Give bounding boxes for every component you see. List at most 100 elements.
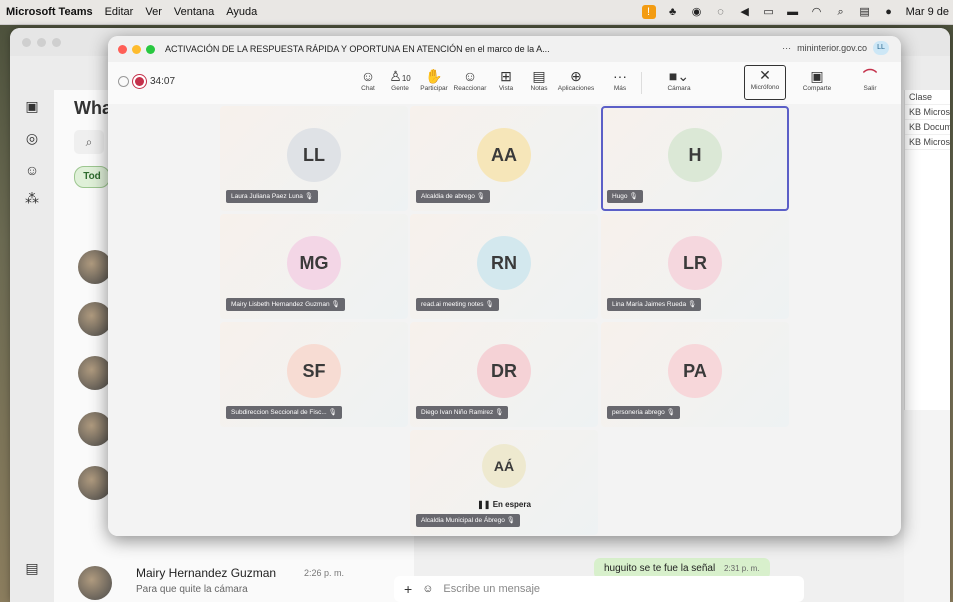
siri-icon[interactable]: ● xyxy=(882,5,896,19)
participant-tile[interactable]: LL Laura Juliana Paez Luna 🎙 xyxy=(220,106,408,211)
chat-avatar[interactable] xyxy=(78,466,112,500)
chat-search-button[interactable]: ⌕ xyxy=(74,130,104,154)
file-row[interactable]: KB Micros xyxy=(905,105,950,120)
mic-button[interactable]: ✕ Micrófono xyxy=(744,65,786,100)
raise-hand-button[interactable]: ✋ Participar xyxy=(414,67,454,92)
compose-box[interactable]: + ☺ Escribe un mensaje xyxy=(394,576,804,602)
participant-avatar: AA xyxy=(477,128,531,182)
participant-name: Mairy Lisbeth Hernandez Guzman 🎙 xyxy=(226,298,345,311)
record-icon[interactable]: ◉ xyxy=(690,5,704,19)
sync-icon[interactable]: ◌ xyxy=(714,5,728,19)
files-header[interactable]: Clase xyxy=(905,90,950,105)
chat-avatar[interactable] xyxy=(78,356,112,390)
menu-editar[interactable]: Editar xyxy=(105,6,134,18)
participant-name: Subdireccion Seccional de Fisc... 🎙 xyxy=(226,406,342,419)
participant-tile[interactable]: MG Mairy Lisbeth Hernandez Guzman 🎙 xyxy=(220,214,408,319)
chat-avatar[interactable] xyxy=(78,250,112,284)
chat-icon[interactable]: ◎ xyxy=(23,130,41,148)
chat-time: 2:26 p. m. xyxy=(304,568,345,578)
leave-label: Salir xyxy=(863,85,877,92)
notes-button[interactable]: ▤ Notas xyxy=(519,67,559,92)
participant-avatar: MG xyxy=(287,236,341,290)
app-menu[interactable]: Microsoft Teams xyxy=(6,6,93,18)
participant-name: Hugo 🎙 xyxy=(607,190,643,203)
share-button[interactable]: ▣ Comparte xyxy=(797,67,837,92)
volume-icon[interactable]: ◀ xyxy=(738,5,752,19)
participant-name: read.ai meeting notes 🎙 xyxy=(416,298,499,311)
apps-button[interactable]: ⊕ Aplicaciones xyxy=(556,67,596,92)
participant-avatar: H xyxy=(668,128,722,182)
apps-icon[interactable]: ▤ xyxy=(23,560,41,578)
leave-button[interactable]: ⌒ Salir xyxy=(850,67,890,92)
notification-icon[interactable]: ! xyxy=(641,5,656,19)
meeting-titlebar: ACTIVACIÓN DE LA RESPUESTA RÁPIDA Y OPOR… xyxy=(108,36,901,63)
people-label: Gente xyxy=(391,85,409,92)
menu-ver[interactable]: Ver xyxy=(145,6,162,18)
emoji-icon[interactable]: ☺ xyxy=(422,583,433,595)
participant-avatar: PA xyxy=(668,344,722,398)
chat-filter-all[interactable]: Tod xyxy=(74,166,110,188)
chat-avatar[interactable] xyxy=(78,412,112,446)
activity-icon[interactable]: ▣ xyxy=(23,98,41,116)
hand-icon: ✋ xyxy=(425,68,443,84)
menu-ayuda[interactable]: Ayuda xyxy=(226,6,257,18)
recording-icon xyxy=(135,77,144,86)
participant-name: Lina María Jaimes Rueda 🎙 xyxy=(607,298,702,311)
participant-name: Alcaldia Municipal de Ábrego 🎙 xyxy=(416,514,520,527)
zoom-window-button[interactable] xyxy=(146,44,155,54)
menu-ventana[interactable]: Ventana xyxy=(174,6,214,18)
wifi-icon[interactable]: ◠ xyxy=(810,5,824,19)
smiley-icon: ☺ xyxy=(462,68,478,84)
mic-label: Micrófono xyxy=(750,84,780,91)
toolbar-divider xyxy=(641,72,642,94)
participant-tile[interactable]: PA personeria abrego 🎙 xyxy=(601,322,789,427)
more-button[interactable]: ··· Más xyxy=(600,67,640,92)
participant-tile[interactable]: AÁ ❚❚ En espera Alcaldia Municipal de Ábre… xyxy=(410,430,598,535)
avatar xyxy=(78,566,112,600)
teams-icon[interactable]: ☺ xyxy=(23,162,41,180)
more-label: Más xyxy=(613,85,627,92)
chat-heading: Wha xyxy=(74,98,112,118)
shield-icon xyxy=(118,76,129,87)
clock[interactable]: Mar 9 de xyxy=(906,6,949,18)
mic-off-icon: ✕ xyxy=(759,67,771,83)
search-icon[interactable]: ⌕ xyxy=(834,5,848,19)
add-icon[interactable]: + xyxy=(404,581,412,597)
participant-tile[interactable]: RN read.ai meeting notes 🎙 xyxy=(410,214,598,319)
minimize-window-button[interactable] xyxy=(132,44,141,54)
participant-avatar: SF xyxy=(287,344,341,398)
meeting-domain: ··· mininterior.gov.co LL xyxy=(782,41,889,55)
chat-list-item[interactable]: Mairy Hernandez Guzman Para que quite la… xyxy=(74,562,404,602)
chat-avatar[interactable] xyxy=(78,302,112,336)
display-icon[interactable]: ▭ xyxy=(762,5,776,19)
react-button[interactable]: ☺ Reaccionar xyxy=(450,67,490,92)
participant-tile[interactable]: DR Diego Ivan Niño Ramirez 🎙 xyxy=(410,322,598,427)
compose-placeholder[interactable]: Escribe un mensaje xyxy=(443,583,540,595)
participant-tile[interactable]: H Hugo 🎙 xyxy=(601,106,789,211)
camera-label: Cámara xyxy=(667,85,691,92)
meeting-title: ACTIVACIÓN DE LA RESPUESTA RÁPIDA Y OPOR… xyxy=(165,44,550,54)
participant-tile[interactable]: AA Alcaldia de abrego 🎙 xyxy=(410,106,598,211)
camera-button[interactable]: ■⌄ Cámara xyxy=(655,67,703,92)
video-stage: LL Laura Juliana Paez Luna 🎙 AA Alcaldia de… xyxy=(108,104,901,536)
user-badge[interactable]: LL xyxy=(873,41,889,55)
close-window-button[interactable] xyxy=(118,44,127,54)
notes-icon: ▤ xyxy=(532,68,546,84)
hold-status: ❚❚ En espera xyxy=(477,500,531,509)
participant-tile[interactable]: SF Subdireccion Seccional de Fisc... 🎙 xyxy=(220,322,408,427)
chat-label: Chat xyxy=(361,85,375,92)
more-dots-icon[interactable]: ··· xyxy=(782,43,791,53)
participant-name: Laura Juliana Paez Luna 🎙 xyxy=(226,190,318,203)
teams-status-icon[interactable]: ♣ xyxy=(666,5,680,19)
apps-icon: ⊕ xyxy=(570,68,582,84)
participant-tile[interactable]: LR Lina María Jaimes Rueda 🎙 xyxy=(601,214,789,319)
control-center-icon[interactable]: ▤ xyxy=(858,5,872,19)
window-controls xyxy=(22,38,61,47)
notes-label: Notas xyxy=(530,85,548,92)
more-icon: ··· xyxy=(613,68,627,84)
message-time: 2:31 p. m. xyxy=(723,564,760,573)
battery-icon[interactable]: ▬ xyxy=(786,5,800,19)
file-row[interactable]: KB Micros xyxy=(905,135,950,150)
file-row[interactable]: KB Docum xyxy=(905,120,950,135)
people-icon[interactable]: ⁂ xyxy=(23,190,41,208)
